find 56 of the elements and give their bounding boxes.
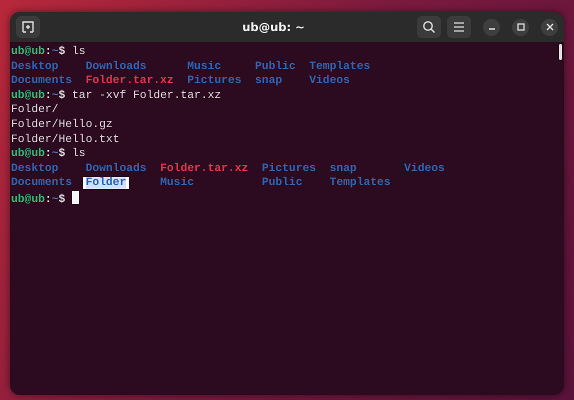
directory-entry: snap [330,162,357,175]
new-tab-button[interactable] [16,16,40,38]
prompt-path: ~ [52,148,58,160]
directory-entry: Videos [309,75,350,88]
prompt-separator: : [44,148,52,160]
new-tab-icon [21,20,35,34]
directory-entry: Downloads [86,60,147,73]
prompt-separator: : [44,46,52,58]
search-icon [422,20,436,34]
maximize-button[interactable] [512,18,529,36]
window-title: ub@ub: ~ [241,20,306,34]
directory-entry: Documents [11,75,72,88]
directory-entry: Folder.tar.xz [160,162,248,175]
directory-entry: Desktop [11,60,58,73]
command-text: ls [72,46,86,58]
directory-entry: Videos [404,162,445,175]
directory-entry: Music [160,177,194,190]
output-line: Folder/ [11,104,58,116]
menu-button[interactable] [447,16,471,38]
directory-entry: Pictures [187,75,242,88]
directory-entry: Folder [86,177,126,190]
prompt-separator: : [44,90,52,102]
prompt-user: ub@ub [11,194,45,206]
close-button[interactable] [541,18,558,36]
directory-entry: Templates [309,60,370,73]
output-line: Folder/Hello.txt [11,134,120,146]
prompt-user: ub@ub [11,148,45,160]
directory-entry: snap [255,75,282,88]
prompt-symbol: $ [58,194,66,206]
directory-entry: Templates [330,177,391,190]
command-text: tar -xvf Folder.tar.xz [72,90,222,102]
directory-entry: Downloads [86,162,147,175]
directory-entry: Pictures [262,162,316,175]
command-text: ls [72,148,86,160]
directory-entry: Public [255,60,296,73]
directory-entry: Folder.tar.xz [86,75,174,88]
minimize-button[interactable] [483,18,500,36]
prompt-separator: : [44,194,52,206]
close-icon [546,23,554,31]
prompt-symbol: $ [58,46,66,58]
search-button[interactable] [417,16,441,38]
directory-entry: Music [187,60,222,73]
directory-entry: Public [262,177,302,190]
prompt-symbol: $ [58,90,66,102]
menu-icon [453,21,465,33]
output-line: Folder/Hello.gz [11,118,113,131]
scrollbar-thumb[interactable] [559,44,562,60]
maximize-icon [516,23,524,31]
prompt-path: ~ [52,194,58,206]
prompt-user: ub@ub [11,90,45,102]
prompt-path: ~ [52,90,58,102]
prompt-symbol: $ [58,148,66,160]
prompt-path: ~ [52,46,58,58]
directory-entry: Documents [11,177,72,190]
prompt-user: ub@ub [11,46,45,58]
directory-entry: Desktop [11,162,58,175]
